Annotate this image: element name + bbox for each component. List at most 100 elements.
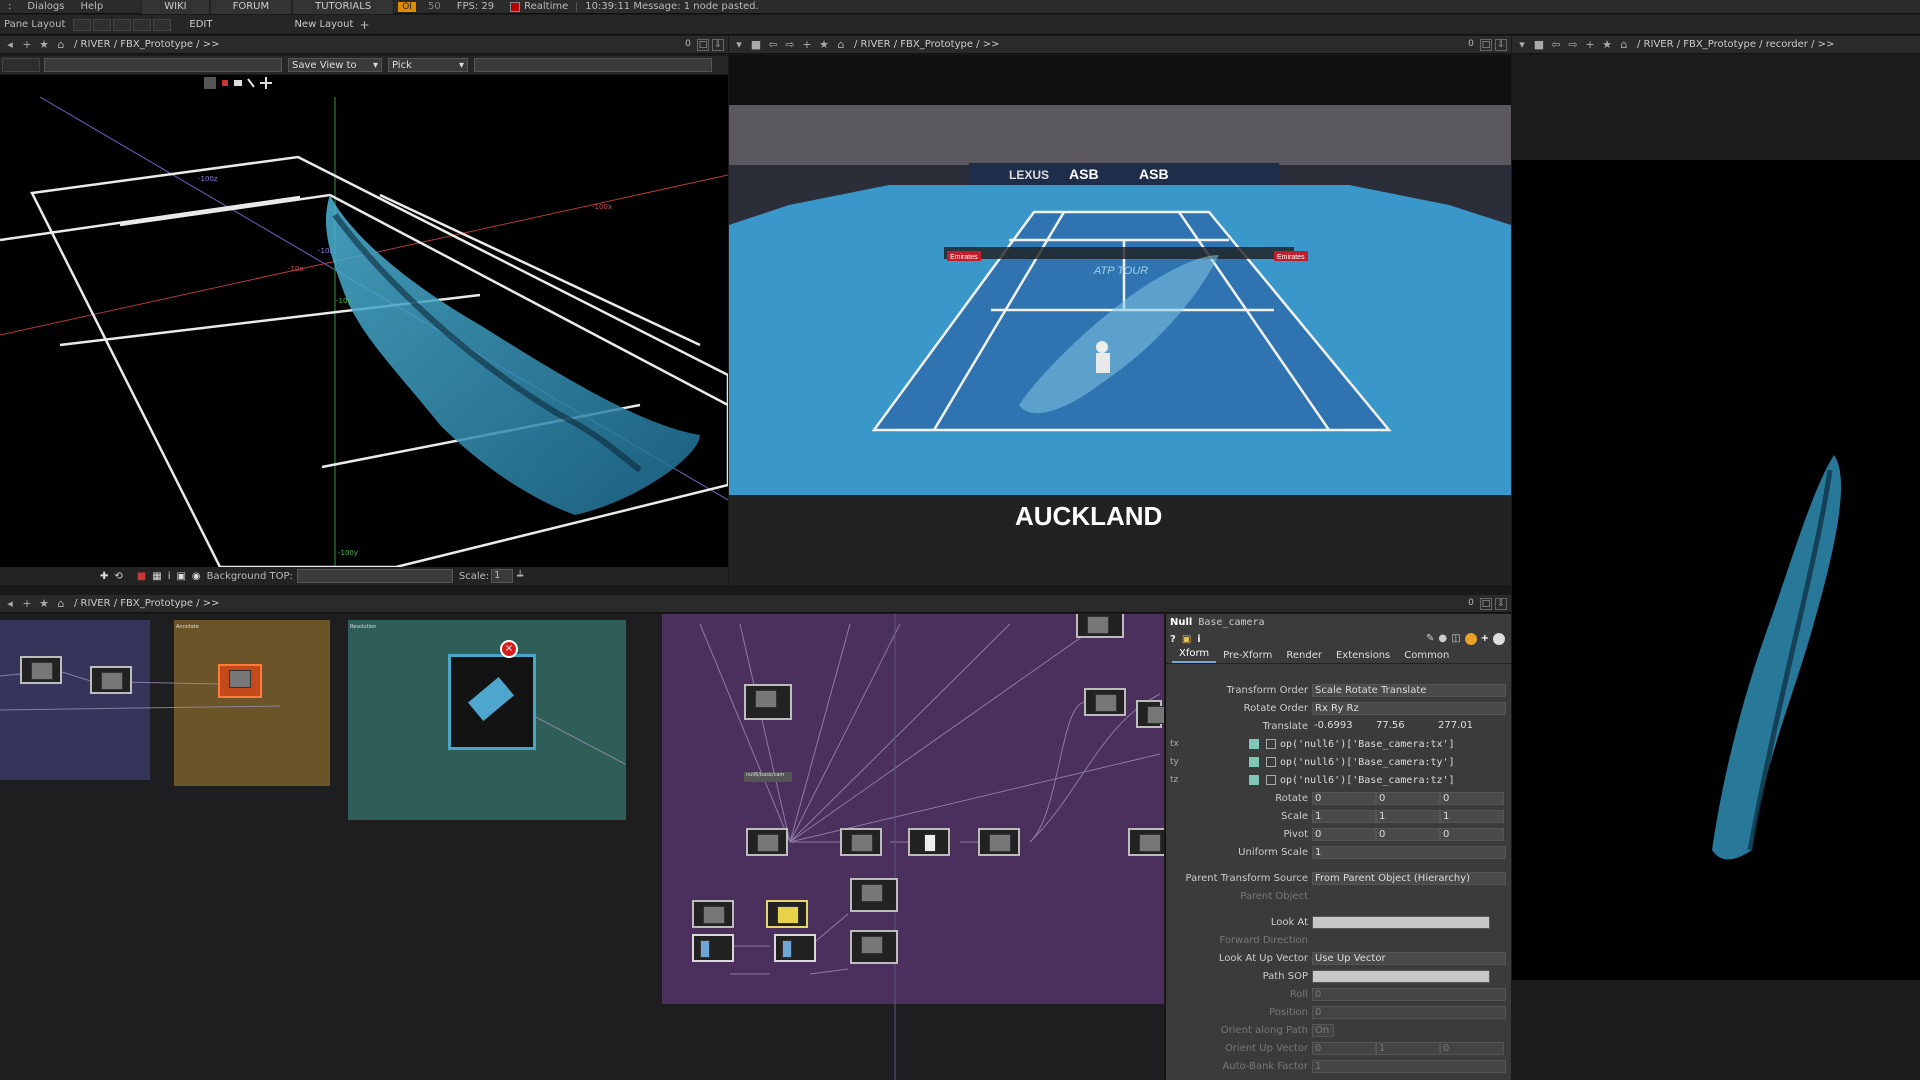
back-icon[interactable]: ⇦ — [1549, 38, 1563, 52]
background-top-field[interactable] — [296, 569, 453, 583]
network-node[interactable] — [840, 828, 882, 856]
display-icon[interactable]: ▣ — [176, 571, 185, 582]
parent-source-dropdown[interactable]: From Parent Object (Hierarchy) — [1312, 871, 1506, 885]
pivot-z[interactable]: 0 — [1440, 827, 1504, 841]
expression-mode-icon[interactable] — [1249, 775, 1259, 785]
pivot-y[interactable]: 0 — [1376, 827, 1440, 841]
orient-up-x[interactable]: 0 — [1312, 1041, 1376, 1055]
orient-up-y[interactable]: 1 — [1376, 1041, 1440, 1055]
network-node[interactable] — [774, 934, 816, 962]
back-icon[interactable]: ⇦ — [766, 38, 780, 52]
camera-node-viewer[interactable] — [448, 654, 536, 750]
network-node[interactable] — [692, 900, 734, 928]
checkbox[interactable] — [1266, 757, 1276, 767]
op-name[interactable]: Base_camera — [1198, 617, 1264, 628]
pencil-icon[interactable]: ✎ — [1426, 633, 1434, 645]
auto-bank-slider[interactable]: 1 — [1312, 1059, 1506, 1073]
network-node[interactable] — [90, 666, 132, 694]
rotate-icon[interactable]: ⟲ — [114, 571, 122, 582]
position-slider[interactable]: 0 — [1312, 1005, 1506, 1019]
roll-slider[interactable]: 0 — [1312, 987, 1506, 1001]
translate-x[interactable]: -0.6993 — [1312, 719, 1374, 733]
info-icon[interactable]: i — [1197, 634, 1200, 645]
move-icon[interactable]: ✚ — [100, 571, 108, 582]
expression-mode-icon[interactable] — [1249, 757, 1259, 767]
network-node[interactable] — [908, 828, 950, 856]
rotate-z[interactable]: 0 — [1440, 791, 1504, 805]
scale-y[interactable]: 1 — [1376, 809, 1440, 823]
network-node[interactable] — [744, 684, 792, 720]
viewer-field-2[interactable] — [474, 58, 712, 72]
scale-x[interactable]: 1 — [1312, 809, 1376, 823]
translate-z[interactable]: 277.01 — [1436, 719, 1498, 733]
look-up-dropdown[interactable]: Use Up Vector — [1312, 951, 1506, 965]
back-icon[interactable]: ◂ — [3, 597, 17, 611]
forward-icon[interactable]: ⇨ — [783, 38, 797, 52]
tab-common[interactable]: Common — [1397, 650, 1456, 663]
wiki-link[interactable]: WIKI — [141, 0, 210, 14]
home-icon[interactable]: ⌂ — [54, 38, 68, 52]
add-icon[interactable]: + — [20, 38, 34, 52]
tab-pre-xform[interactable]: Pre-Xform — [1216, 650, 1279, 663]
pane-dropdown-icon[interactable]: ▾ — [1515, 38, 1529, 52]
network-node[interactable] — [746, 828, 788, 856]
star-icon[interactable]: ★ — [37, 38, 51, 52]
network-editor[interactable]: Annotate Resolution × null6/base/cam — [0, 614, 1164, 1080]
scale-field[interactable]: 1 — [491, 569, 514, 583]
stop-icon[interactable]: ■ — [749, 38, 763, 52]
plus-icon[interactable]: + — [1481, 633, 1489, 645]
edit-button[interactable]: EDIT — [183, 19, 218, 30]
home-icon[interactable]: ⌂ — [834, 38, 848, 52]
pane-menu-icon[interactable]: ⇩ — [1495, 597, 1507, 610]
home-icon[interactable]: ⌂ — [54, 597, 68, 611]
tz-expression[interactable]: op('null6')['Base_camera:tz'] — [1280, 775, 1455, 786]
stop-icon[interactable]: ■ — [1532, 38, 1546, 52]
info-icon[interactable]: i — [168, 571, 171, 582]
network-node[interactable] — [1128, 828, 1164, 856]
menu-item-dialogs[interactable]: Dialogs — [19, 1, 72, 12]
realtime-checkbox[interactable] — [510, 1, 521, 12]
layout-button-5[interactable] — [153, 18, 172, 31]
star-icon[interactable]: ★ — [37, 597, 51, 611]
record-icon[interactable]: ■ — [137, 571, 146, 582]
globe-icon[interactable] — [1464, 633, 1477, 645]
add-icon[interactable]: + — [1583, 38, 1597, 52]
layout-button-2[interactable] — [93, 18, 112, 31]
maximize-icon[interactable]: □ — [1480, 597, 1492, 610]
star-icon[interactable]: ★ — [817, 38, 831, 52]
save-view-dropdown[interactable]: Save View to ▾ — [288, 58, 382, 72]
uniform-scale-slider[interactable]: 1 — [1312, 845, 1506, 859]
target-icon[interactable] — [1493, 633, 1505, 645]
layout-button-4[interactable] — [133, 18, 152, 31]
tab-render[interactable]: Render — [1279, 650, 1329, 663]
rotate-y[interactable]: 0 — [1376, 791, 1440, 805]
star-icon[interactable]: ★ — [1600, 38, 1614, 52]
translate-y[interactable]: 77.56 — [1374, 719, 1436, 733]
network-node[interactable] — [20, 656, 62, 684]
video-viewport[interactable]: LEXUS ASB ASB Emirates Emirates ATP TOUR… — [729, 55, 1511, 585]
oi-indicator[interactable]: OI — [398, 1, 416, 12]
3d-viewport[interactable]: -100z -100x -10x -10y -100y -10z — [0, 75, 728, 567]
back-icon[interactable]: ◂ — [3, 38, 17, 52]
menu-item-colon[interactable]: : — [0, 1, 19, 12]
path-sop-field[interactable] — [1312, 969, 1490, 983]
camera-icon[interactable]: ◉ — [192, 571, 201, 582]
rotate-order-dropdown[interactable]: Rx Ry Rz — [1312, 701, 1506, 715]
network-node[interactable] — [978, 828, 1020, 856]
grid-icon[interactable]: ▦ — [152, 571, 161, 582]
rotate-x[interactable]: 0 — [1312, 791, 1376, 805]
recorder-viewport[interactable] — [1512, 160, 1920, 980]
orient-path-toggle[interactable]: On — [1312, 1023, 1334, 1037]
add-icon[interactable]: + — [800, 38, 814, 52]
network-node[interactable] — [850, 930, 898, 964]
network-node-selected[interactable] — [218, 664, 262, 698]
pivot-x[interactable]: 0 — [1312, 827, 1376, 841]
scale-slider-icon[interactable]: ┷ — [517, 571, 523, 582]
network-node[interactable] — [850, 878, 898, 912]
layout-button-3[interactable] — [113, 18, 132, 31]
look-at-field[interactable] — [1312, 915, 1490, 929]
video-path[interactable]: / RIVER / FBX_Prototype / >> — [854, 39, 999, 50]
viewer-mode-dropdown[interactable] — [2, 58, 40, 72]
menu-item-help[interactable]: Help — [72, 1, 111, 12]
forward-icon[interactable]: ⇨ — [1566, 38, 1580, 52]
